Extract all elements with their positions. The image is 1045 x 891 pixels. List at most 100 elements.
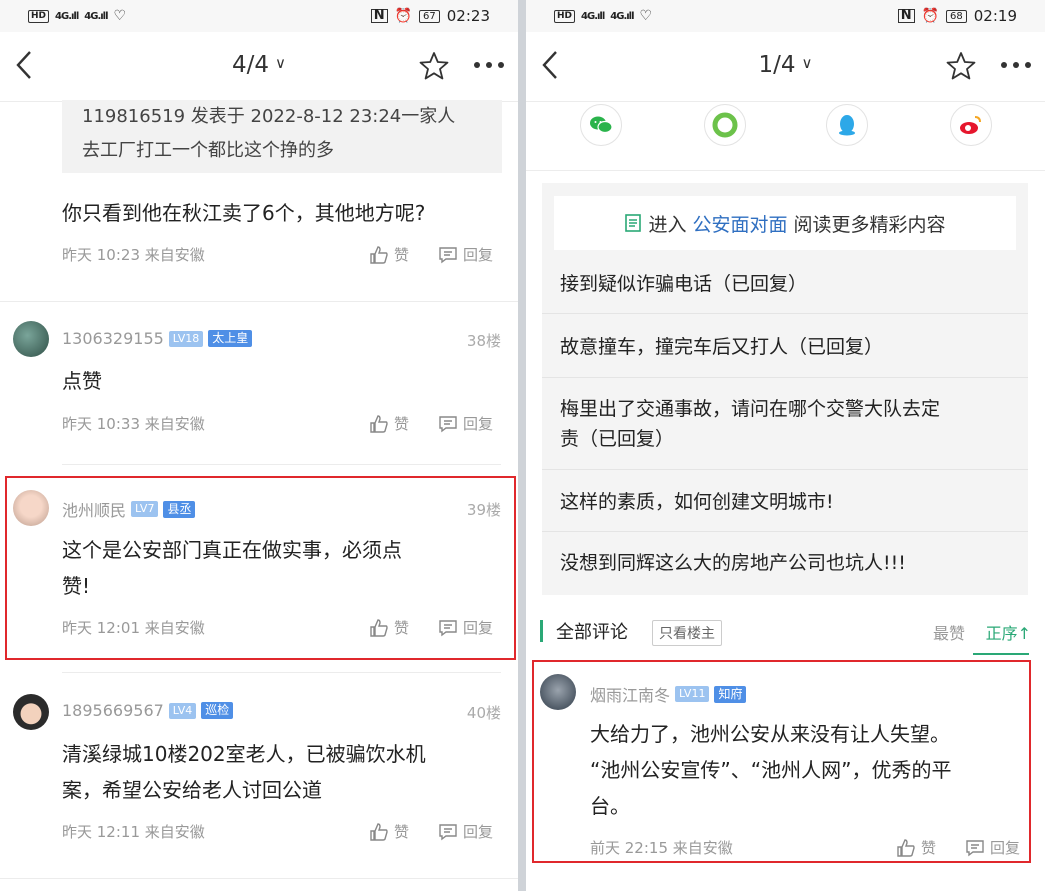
sort-hot[interactable]: 最赞 <box>933 620 965 644</box>
reply-button[interactable]: 回复 <box>965 837 1020 858</box>
reply-meta: 昨天 10:23 来自安徽 <box>62 246 205 264</box>
related-item[interactable]: 接到疑似诈骗电话（已回复） <box>560 269 1010 299</box>
comment-user[interactable]: 池州顺民 LV7 县丞 <box>62 497 196 521</box>
reply-text: 你只看到他在秋江卖了6个，其他地方呢? <box>62 201 426 225</box>
reply-button[interactable]: 回复 <box>438 244 493 265</box>
enter-section-link[interactable]: 进入 公安面对面 阅读更多精彩内容 <box>554 196 1016 250</box>
like-button[interactable]: 赞 <box>896 837 936 858</box>
username[interactable]: 烟雨江南冬 <box>590 682 670 706</box>
avatar[interactable] <box>540 674 576 710</box>
battery-level: 68 <box>946 9 967 23</box>
qq-icon <box>839 115 855 136</box>
username[interactable]: 池州顺民 <box>62 497 126 521</box>
quote-line: 去工厂打工一个都比这个挣的多 <box>82 140 334 161</box>
moments-share-button[interactable] <box>704 104 746 146</box>
floor-number: 39楼 <box>466 501 501 519</box>
qq-share-button[interactable] <box>826 104 868 146</box>
heart-icon: ♡ <box>113 8 127 24</box>
like-button[interactable]: 赞 <box>369 821 409 842</box>
divider <box>542 313 1028 314</box>
comment-icon <box>439 823 457 840</box>
comment-icon <box>439 246 457 263</box>
more-menu-icon[interactable] <box>1001 62 1031 68</box>
document-icon <box>625 214 642 232</box>
chevron-down-icon: ∨ <box>275 54 286 72</box>
left-screenshot: HD 4G.ıll 4G.ıll ♡ N ⏰ 67 02:23 4/4 ∨ 119… <box>0 0 518 891</box>
signal-icon-2: 4G.ıll <box>610 10 634 22</box>
nfc-icon: N <box>370 9 388 23</box>
weibo-icon <box>960 116 981 134</box>
username[interactable]: 1895669567 <box>62 701 164 720</box>
comment-icon <box>966 839 984 856</box>
related-item[interactable]: 故意撞车，撞完车后又打人（已回复） <box>560 332 1010 362</box>
owner-only-button[interactable]: 只看楼主 <box>652 620 722 646</box>
comment-text: 清溪绿城10楼202室老人，已被骗饮水机 案，希望公安给老人讨回公道 <box>62 742 426 802</box>
level-badge: LV4 <box>168 702 197 719</box>
divider <box>526 170 1045 171</box>
chevron-down-icon: ∨ <box>801 54 813 72</box>
status-bar: HD 4G.ıll 4G.ıll ♡ N ⏰ 68 02:19 <box>526 0 1045 32</box>
comment-icon <box>439 619 457 636</box>
comment-meta: 前天 22:15 来自安徽 <box>590 839 733 857</box>
related-item[interactable]: 这样的素质，如何创建文明城市! <box>560 487 1010 517</box>
wechat-icon <box>590 116 613 134</box>
username[interactable]: 1306329155 <box>62 329 164 348</box>
comment-user[interactable]: 1895669567 LV4 巡检 <box>62 701 234 720</box>
like-button[interactable]: 赞 <box>369 617 409 638</box>
title-badge: 巡检 <box>201 702 234 719</box>
reply-button[interactable]: 回复 <box>438 821 493 842</box>
battery-level: 67 <box>419 9 440 23</box>
screenshot-divider <box>518 0 526 891</box>
reply-button[interactable]: 回复 <box>438 617 493 638</box>
signal-icon-2: 4G.ıll <box>84 10 108 22</box>
divider <box>0 878 518 879</box>
divider <box>542 377 1028 378</box>
title-badge: 太上皇 <box>208 330 253 347</box>
thumbs-up-icon <box>370 245 388 264</box>
comment-user[interactable]: 烟雨江南冬 LV11 知府 <box>590 682 747 706</box>
related-item[interactable]: 没想到同辉这么大的房地产公司也坑人!!! <box>560 548 1010 578</box>
divider <box>62 464 501 465</box>
nfc-icon: N <box>897 9 915 23</box>
comment-icon <box>439 415 457 432</box>
title-badge: 知府 <box>714 685 747 703</box>
alarm-icon: ⏰ <box>394 8 413 24</box>
more-menu-icon[interactable] <box>474 62 504 68</box>
reply-button[interactable]: 回复 <box>438 413 493 434</box>
quoted-reply: 119816519 发表于 2022-8-12 23:24一家人 去工厂打工一个… <box>62 100 502 173</box>
signal-icon: 4G.ıll <box>581 10 605 22</box>
weibo-share-button[interactable] <box>950 104 992 146</box>
divider <box>62 672 501 673</box>
wechat-share-button[interactable] <box>580 104 622 146</box>
hd-icon: HD <box>28 9 50 23</box>
avatar[interactable] <box>13 321 49 357</box>
avatar[interactable] <box>13 694 49 730</box>
avatar[interactable] <box>13 490 49 526</box>
like-button[interactable]: 赞 <box>369 244 409 265</box>
favorite-star-icon[interactable] <box>945 50 977 82</box>
thumbs-up-icon <box>897 838 915 857</box>
favorite-star-icon[interactable] <box>418 50 450 82</box>
tab-all-comments[interactable]: 全部评论 <box>556 618 628 644</box>
alarm-icon: ⏰ <box>921 8 940 24</box>
clock: 02:19 <box>973 7 1017 25</box>
floor-number: 38楼 <box>466 332 501 350</box>
thumbs-up-icon <box>370 618 388 637</box>
right-screenshot: HD 4G.ıll 4G.ıll ♡ N ⏰ 68 02:19 1/4 ∨ 进入 … <box>526 0 1045 891</box>
clock: 02:23 <box>446 7 490 25</box>
title-badge: 县丞 <box>163 500 196 518</box>
comment-text: 点赞 <box>62 369 102 393</box>
status-bar: HD 4G.ıll 4G.ıll ♡ N ⏰ 67 02:23 <box>0 0 518 32</box>
related-item[interactable]: 梅里出了交通事故，请问在哪个交警大队去定 责（已回复） <box>560 394 1010 454</box>
divider <box>0 301 518 302</box>
level-badge: LV18 <box>168 330 204 347</box>
divider <box>542 531 1028 532</box>
signal-icon: 4G.ıll <box>55 10 79 22</box>
nav-bar: 4/4 ∨ <box>0 32 518 102</box>
comment-user[interactable]: 1306329155 LV18 太上皇 <box>62 329 253 348</box>
like-button[interactable]: 赞 <box>369 413 409 434</box>
sort-ascending[interactable]: 正序↑ <box>986 620 1031 644</box>
comment-meta: 昨天 12:11 来自安徽 <box>62 823 205 841</box>
thumbs-up-icon <box>370 822 388 841</box>
section-link[interactable]: 公安面对面 <box>692 210 787 237</box>
